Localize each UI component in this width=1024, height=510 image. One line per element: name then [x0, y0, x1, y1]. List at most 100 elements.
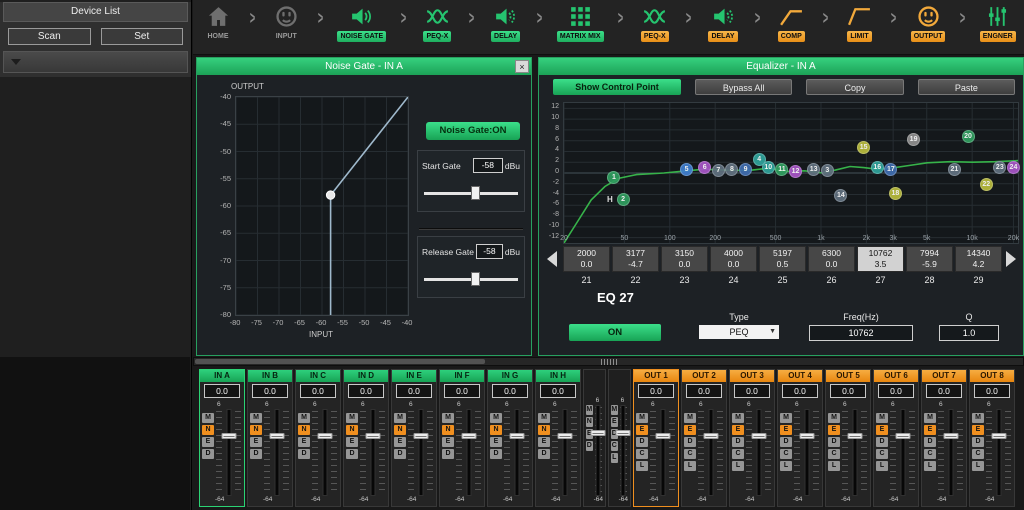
channel-btn-l[interactable]: L: [972, 461, 984, 471]
fader-track[interactable]: [745, 409, 772, 496]
channel-btn-e[interactable]: E: [490, 437, 502, 447]
fader-handle[interactable]: [509, 433, 524, 439]
channel-btn-e[interactable]: E: [346, 437, 358, 447]
channel-gain-value[interactable]: 0.0: [204, 384, 240, 398]
eq-point-17[interactable]: 17: [884, 163, 897, 176]
eq-point-19[interactable]: 19: [907, 133, 920, 146]
toolbar-item-delay[interactable]: DELAY: [706, 4, 740, 42]
eq-band-24[interactable]: 40000.024: [710, 246, 757, 285]
channel-btn-m[interactable]: M: [972, 413, 984, 423]
channel-btn-m[interactable]: M: [828, 413, 840, 423]
channel-strip-out-1[interactable]: OUT 10.0MEDCL6-64: [633, 369, 679, 507]
fader-handle[interactable]: [655, 433, 670, 439]
fader-track[interactable]: [649, 409, 676, 496]
channel-gain-value[interactable]: 0.0: [300, 384, 336, 398]
toolbar-item-engner[interactable]: ENGNER: [980, 4, 1016, 42]
fader-handle[interactable]: [269, 433, 284, 439]
channel-btn-e[interactable]: E: [684, 425, 696, 435]
fader-handle[interactable]: [413, 433, 428, 439]
eq-band-28[interactable]: 7994-5.928: [906, 246, 953, 285]
channel-fader[interactable]: 6-64: [215, 401, 242, 504]
horizontal-scrollbar[interactable]: [193, 357, 1024, 366]
channel-btn-l[interactable]: L: [924, 461, 936, 471]
channel-btn-e[interactable]: E: [538, 437, 550, 447]
channel-btn-d[interactable]: D: [394, 449, 406, 459]
fader-track[interactable]: [985, 409, 1012, 496]
master-strip[interactable]: MEDCL6-64: [608, 369, 631, 507]
channel-gain-value[interactable]: 0.0: [396, 384, 432, 398]
eq-band-23[interactable]: 31500.023: [661, 246, 708, 285]
channel-btn-c[interactable]: C: [636, 449, 648, 459]
channel-strip-in-f[interactable]: IN F0.0MNED6-64: [439, 369, 485, 507]
channel-btn-m[interactable]: M: [684, 413, 696, 423]
channel-btn-n[interactable]: N: [586, 417, 593, 427]
eq-point-13[interactable]: 13: [807, 163, 820, 176]
slider-handle[interactable]: [471, 272, 480, 286]
channel-btn-d[interactable]: D: [346, 449, 358, 459]
channel-btn-e[interactable]: E: [924, 425, 936, 435]
channel-btn-e[interactable]: E: [394, 437, 406, 447]
channel-btn-m[interactable]: M: [732, 413, 744, 423]
scrollbar-thumb[interactable]: [195, 359, 485, 364]
show-control-point-button[interactable]: Show Control Point: [553, 79, 681, 95]
master-strip[interactable]: MNED6-64: [583, 369, 606, 507]
toolbar-item-home[interactable]: HOME: [201, 4, 235, 42]
channel-strip-in-e[interactable]: IN E0.0MNED6-64: [391, 369, 437, 507]
eq-point-11[interactable]: 11: [775, 163, 788, 176]
channel-fader[interactable]: 6-64: [841, 401, 868, 504]
channel-btn-d[interactable]: D: [490, 449, 502, 459]
bands-scroll-right-icon[interactable]: [1006, 251, 1016, 267]
fader-handle[interactable]: [317, 433, 332, 439]
channel-btn-l[interactable]: L: [780, 461, 792, 471]
eq-point-16[interactable]: 16: [871, 161, 884, 174]
channel-strip-out-7[interactable]: OUT 70.0MEDCL6-64: [921, 369, 967, 507]
channel-btn-m[interactable]: M: [538, 413, 550, 423]
fader-handle[interactable]: [751, 433, 766, 439]
eq-point-1[interactable]: 1: [607, 171, 620, 184]
channel-btn-m[interactable]: M: [586, 405, 593, 415]
channel-gain-value[interactable]: 0.0: [926, 384, 962, 398]
channel-strip-out-8[interactable]: OUT 80.0MEDCL6-64: [969, 369, 1015, 507]
channel-strip-out-5[interactable]: OUT 50.0MEDCL6-64: [825, 369, 871, 507]
eq-point-6[interactable]: 6: [698, 161, 711, 174]
fader-handle[interactable]: [591, 430, 606, 436]
channel-btn-l[interactable]: L: [684, 461, 696, 471]
channel-strip-out-3[interactable]: OUT 30.0MEDCL6-64: [729, 369, 775, 507]
eq-point-12[interactable]: 12: [789, 165, 802, 178]
fader-track[interactable]: [215, 409, 242, 496]
splitter-grip-icon[interactable]: [601, 359, 617, 365]
channel-btn-c[interactable]: C: [972, 449, 984, 459]
channel-btn-c[interactable]: C: [828, 449, 840, 459]
eq-point-2[interactable]: 2: [617, 193, 630, 206]
toolbar-item-noise-gate[interactable]: NOISE GATE: [337, 4, 386, 42]
channel-btn-d[interactable]: D: [828, 437, 840, 447]
channel-btn-e[interactable]: E: [202, 437, 214, 447]
channel-btn-d[interactable]: D: [636, 437, 648, 447]
channel-gain-value[interactable]: 0.0: [830, 384, 866, 398]
channel-btn-e[interactable]: E: [732, 425, 744, 435]
channel-btn-e[interactable]: E: [442, 437, 454, 447]
eq-point-8[interactable]: 8: [725, 163, 738, 176]
channel-btn-m[interactable]: M: [298, 413, 310, 423]
channel-gain-value[interactable]: 0.0: [638, 384, 674, 398]
fader-handle[interactable]: [895, 433, 910, 439]
channel-btn-l[interactable]: L: [828, 461, 840, 471]
set-button[interactable]: Set: [101, 28, 184, 45]
toolbar-item-peq-x[interactable]: PEQ-X: [420, 4, 454, 42]
fader-track[interactable]: [263, 409, 290, 496]
channel-btn-c[interactable]: C: [684, 449, 696, 459]
fader-handle[interactable]: [799, 433, 814, 439]
toolbar-item-output[interactable]: OUTPUT: [911, 4, 946, 42]
channel-strip-in-g[interactable]: IN G0.0MNED6-64: [487, 369, 533, 507]
slider-handle[interactable]: [471, 186, 480, 200]
noise-gate-plot[interactable]: [235, 96, 409, 316]
channel-fader[interactable]: 6-64: [985, 401, 1012, 504]
fader-handle[interactable]: [943, 433, 958, 439]
channel-btn-m[interactable]: M: [780, 413, 792, 423]
channel-btn-n[interactable]: N: [250, 425, 262, 435]
eq-band-25[interactable]: 51970.525: [759, 246, 806, 285]
toolbar-item-delay[interactable]: DELAY: [489, 4, 523, 42]
eq-point-14[interactable]: 14: [834, 189, 847, 202]
channel-btn-l[interactable]: L: [876, 461, 888, 471]
channel-btn-e[interactable]: E: [636, 425, 648, 435]
